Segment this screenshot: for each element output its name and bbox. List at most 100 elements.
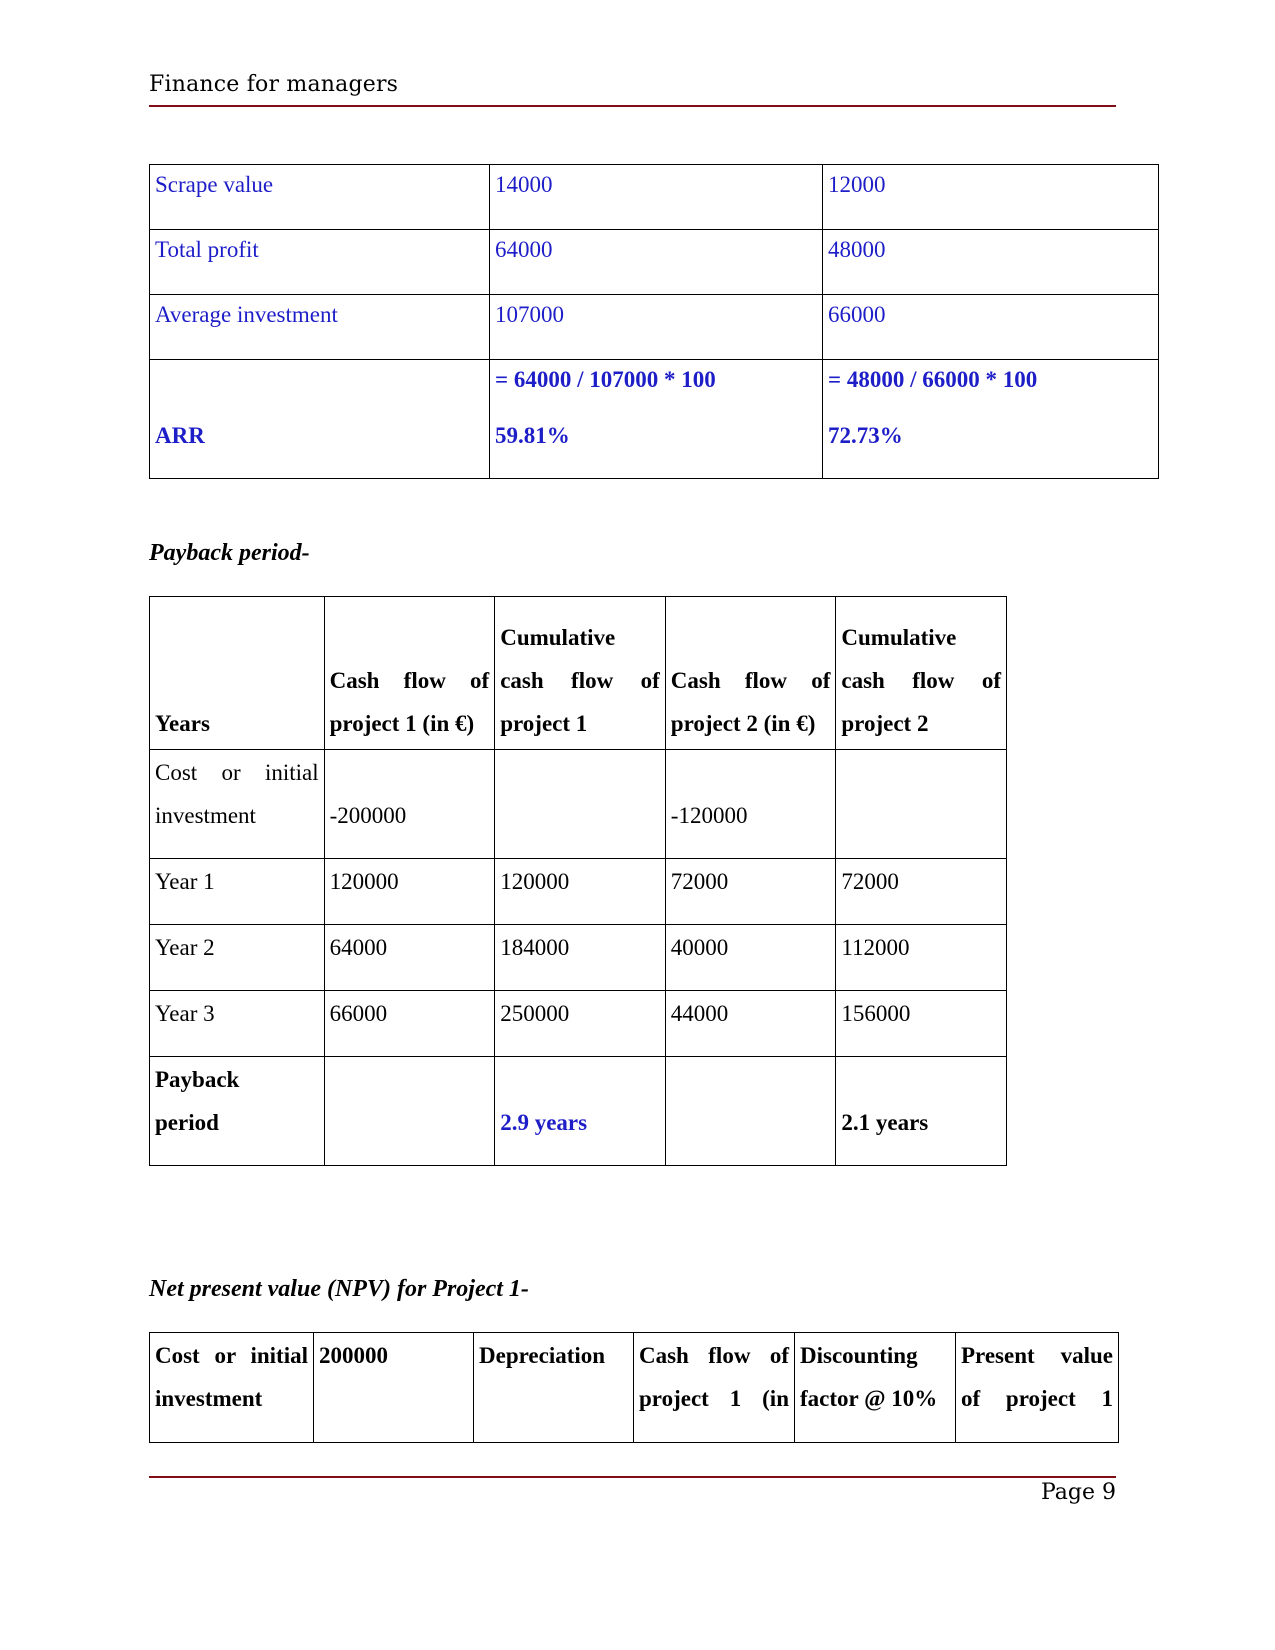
cost-cf1-value: -200000 <box>329 803 407 828</box>
payback-empty-cf1 <box>323 1056 496 1166</box>
cum2-value: 72000 <box>835 858 1007 925</box>
project2-value: 12000 <box>822 164 1159 230</box>
header-row: Cost or initial investment 200000 Deprec… <box>149 1332 1119 1443</box>
npv-cashflow-line1: Cash flow of <box>639 1343 789 1368</box>
project1-value: 14000 <box>489 164 823 230</box>
table-row: Scrape value 14000 12000 <box>149 164 1159 230</box>
cf1-value: 66000 <box>323 990 496 1057</box>
table-row: Year 2 64000 184000 40000 112000 <box>149 924 1007 991</box>
cum1-header-line1: Cumulative <box>500 625 616 650</box>
cf2-header-line1: Cash flow of <box>670 668 831 693</box>
document-title: Finance for managers <box>149 72 399 97</box>
npv-heading: Net present value (NPV) for Project 1- <box>149 1276 529 1302</box>
payback-heading: Payback period- <box>149 540 310 566</box>
payback-project1-cell: 2.9 years <box>494 1056 666 1166</box>
cf2-value: 44000 <box>664 990 837 1057</box>
npv-pv-line1: Present value <box>961 1343 1113 1368</box>
cf2-header-line2: project 2 (in €) <box>670 711 816 736</box>
cum1-header: Cumulative cash flow of project 1 <box>494 596 666 750</box>
row-label: Scrape value <box>149 164 490 230</box>
cf2-header: Cash flow of project 2 (in €) <box>664 596 837 750</box>
npv-cost-value: 200000 <box>313 1332 474 1443</box>
project1-value: 64000 <box>489 229 823 295</box>
cum2-header-line1: Cumulative <box>841 625 957 650</box>
npv-discount-line1: Discounting <box>800 1343 918 1368</box>
arr-row: ARR = 64000 / 107000 * 100 59.81% = 4800… <box>149 359 1159 479</box>
table-row: Total profit 64000 48000 <box>149 229 1159 295</box>
payback-label-line1: Payback <box>155 1067 240 1092</box>
cost-label: Cost or initial investment <box>149 749 325 859</box>
row-label: Average investment <box>149 294 490 360</box>
year-label: Year 1 <box>149 858 325 925</box>
row-label: Total profit <box>149 229 490 295</box>
arr-label-cell: ARR <box>149 359 490 479</box>
arr-project2-result: 72.73% <box>828 423 903 448</box>
npv-discount-line2: factor @ 10% <box>800 1386 938 1411</box>
year-label: Year 2 <box>149 924 325 991</box>
cf1-header-line2: project 1 (in €) <box>329 711 475 736</box>
project1-value: 107000 <box>489 294 823 360</box>
arr-project1-result: 59.81% <box>495 423 570 448</box>
npv-cost-line2: investment <box>155 1386 263 1411</box>
project2-value: 66000 <box>822 294 1159 360</box>
npv-pv-line2: of project 1 <box>961 1386 1113 1411</box>
npv-cashflow-header: Cash flow of project 1 (in <box>633 1332 795 1443</box>
payback-empty-cf2 <box>664 1056 837 1166</box>
header-rule <box>149 105 1116 107</box>
arr-label: ARR <box>155 423 205 448</box>
cf1-header: Cash flow of project 1 (in €) <box>323 596 496 750</box>
cum1-value: 250000 <box>494 990 666 1057</box>
payback-project2: 2.1 years <box>841 1110 929 1135</box>
cf1-value: 120000 <box>323 858 496 925</box>
cost-label-line2: investment <box>155 803 256 828</box>
project2-value: 48000 <box>822 229 1159 295</box>
cum1-value: 184000 <box>494 924 666 991</box>
npv-table: Cost or initial investment 200000 Deprec… <box>149 1332 1119 1443</box>
npv-cashflow-line2: project 1 (in <box>639 1386 789 1411</box>
cum1-header-line3: project 1 <box>500 711 588 736</box>
cum2-header-line2: cash flow of <box>841 668 1001 693</box>
payback-project2-cell: 2.1 years <box>835 1056 1007 1166</box>
header-row: Years Cash flow of project 1 (in €) Cumu… <box>149 596 1007 750</box>
payback-project1: 2.9 years <box>500 1110 588 1135</box>
cost-row: Cost or initial investment -200000 -1200… <box>149 749 1007 859</box>
cum2-value: 156000 <box>835 990 1007 1057</box>
cum1-value: 120000 <box>494 858 666 925</box>
cost-label-line1: Cost or initial <box>155 760 319 785</box>
payback-row: Payback period 2.9 years 2.1 years <box>149 1056 1007 1166</box>
page-header: Finance for managers <box>149 72 1115 97</box>
cost-cum2 <box>835 749 1007 859</box>
cf1-header-line1: Cash flow of <box>329 668 490 693</box>
npv-cost-header: Cost or initial investment <box>149 1332 314 1443</box>
cost-cf2-value: -120000 <box>670 803 748 828</box>
npv-depreciation-header: Depreciation <box>473 1332 634 1443</box>
page-number: Page 9 <box>1040 1480 1116 1505</box>
arr-project2-formula: = 48000 / 66000 * 100 <box>828 367 1038 392</box>
cost-cum1 <box>494 749 666 859</box>
cum2-header: Cumulative cash flow of project 2 <box>835 596 1007 750</box>
cost-cf2: -120000 <box>664 749 837 859</box>
cum2-value: 112000 <box>835 924 1007 991</box>
payback-label-line2: period <box>155 1110 219 1135</box>
table-row: Year 1 120000 120000 72000 72000 <box>149 858 1007 925</box>
arr-project1-cell: = 64000 / 107000 * 100 59.81% <box>489 359 823 479</box>
arr-project2-cell: = 48000 / 66000 * 100 72.73% <box>822 359 1159 479</box>
npv-discount-header: Discounting factor @ 10% <box>794 1332 956 1443</box>
cf1-value: 64000 <box>323 924 496 991</box>
cost-cf1: -200000 <box>323 749 496 859</box>
cf2-value: 40000 <box>664 924 837 991</box>
arr-table: Scrape value 14000 12000 Total profit 64… <box>149 164 1159 479</box>
year-label: Year 3 <box>149 990 325 1057</box>
cum1-header-line2: cash flow of <box>500 668 660 693</box>
arr-project1-formula: = 64000 / 107000 * 100 <box>495 367 716 392</box>
footer-rule <box>149 1476 1116 1478</box>
cf2-value: 72000 <box>664 858 837 925</box>
years-header: Years <box>149 596 325 750</box>
cum2-header-line3: project 2 <box>841 711 929 736</box>
payback-table: Years Cash flow of project 1 (in €) Cumu… <box>149 596 1007 1166</box>
table-row: Year 3 66000 250000 44000 156000 <box>149 990 1007 1057</box>
npv-pv-header: Present value of project 1 <box>955 1332 1119 1443</box>
npv-cost-line1: Cost or initial <box>155 1343 308 1368</box>
payback-label: Payback period <box>149 1056 325 1166</box>
table-row: Average investment 107000 66000 <box>149 294 1159 360</box>
